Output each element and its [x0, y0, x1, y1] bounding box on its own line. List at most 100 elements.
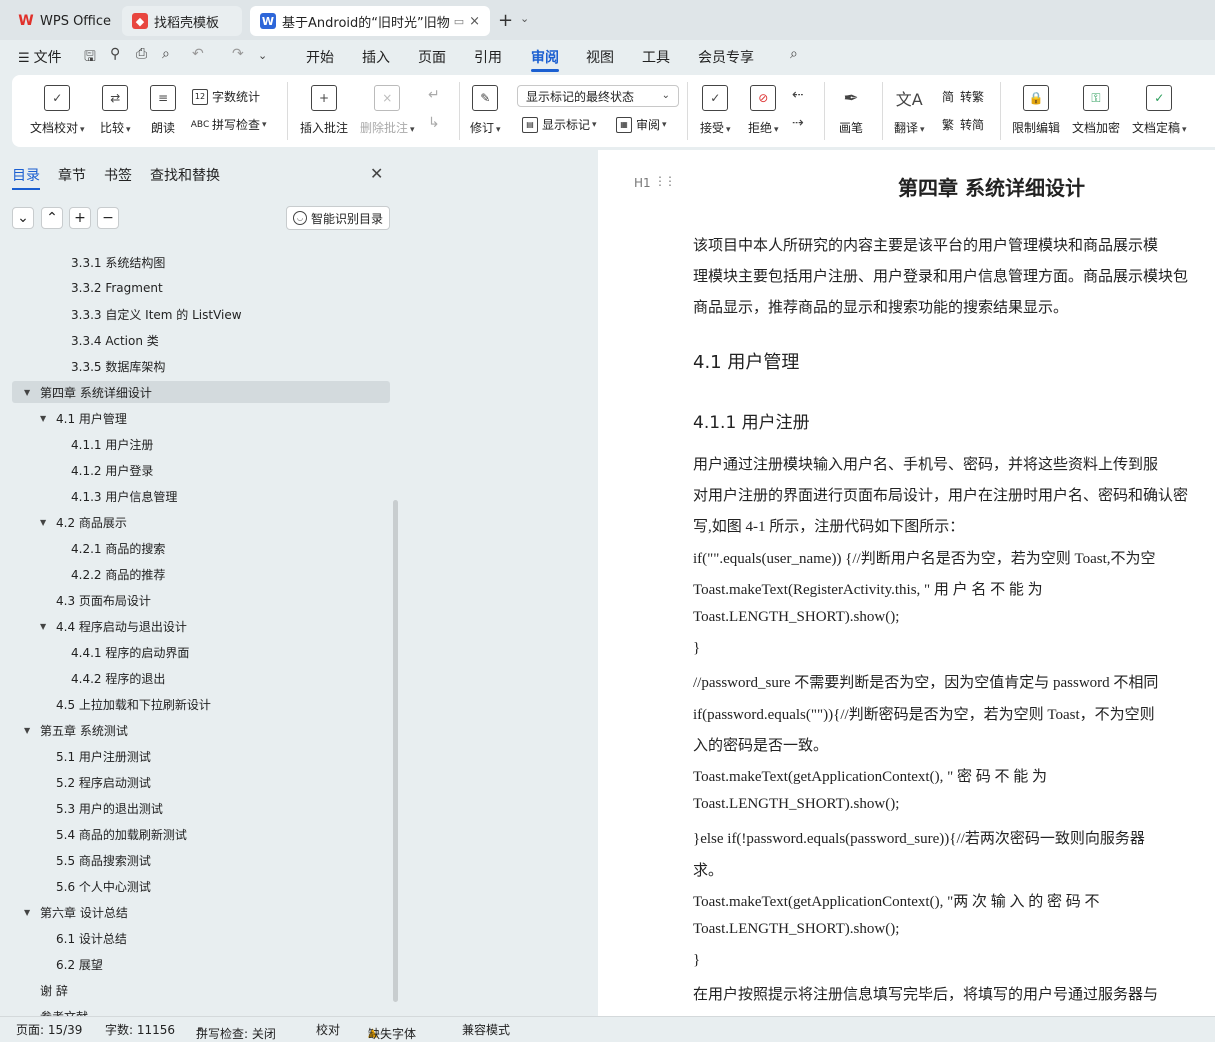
- previous-comment-icon[interactable]: ↵: [428, 87, 440, 103]
- save-icon[interactable]: 🖫: [84, 46, 96, 70]
- spell-check-button[interactable]: ABC 拼写检查 ▾: [191, 116, 267, 133]
- next-comment-icon[interactable]: ↳: [428, 115, 440, 131]
- quick-access-more-icon[interactable]: ⌄: [258, 49, 267, 62]
- heading-level-marker[interactable]: H1: [634, 176, 651, 190]
- toc-item[interactable]: 4.2.2 商品的推荐: [0, 563, 390, 585]
- compare-button[interactable]: ⇄ 比较 ▾: [100, 85, 131, 136]
- expand-arrow-icon[interactable]: ▼: [24, 908, 40, 917]
- read-aloud-button[interactable]: ≡ 朗读: [150, 85, 176, 136]
- file-menu[interactable]: ☰ 文件: [18, 47, 62, 67]
- page-indicator[interactable]: 页面: 15/39: [16, 1021, 82, 1038]
- search-icon[interactable]: ⌕: [790, 46, 798, 62]
- expand-arrow-icon[interactable]: ▼: [24, 388, 40, 397]
- doc-proof-button[interactable]: ✓ 文档校对 ▾: [30, 85, 85, 136]
- toc-item[interactable]: ▼ 第六章 设计总结: [0, 901, 390, 923]
- previous-change-icon[interactable]: ⇠: [792, 87, 804, 103]
- tab-template[interactable]: ◆ 找稻壳模板: [122, 6, 242, 36]
- restrict-edit-button[interactable]: 🔒 限制编辑: [1012, 85, 1060, 136]
- reject-button[interactable]: ⊘ 拒绝 ▾: [748, 85, 779, 136]
- toc-item[interactable]: 4.2.1 商品的搜索: [0, 537, 390, 559]
- toc-item[interactable]: 4.1.3 用户信息管理: [0, 485, 390, 507]
- monitor-icon[interactable]: ▭: [454, 15, 464, 28]
- menu-tools[interactable]: 工具: [642, 47, 670, 67]
- close-tab-icon[interactable]: ×: [469, 14, 480, 29]
- toc-item[interactable]: 3.3.2 Fragment: [0, 277, 390, 299]
- toc-item[interactable]: ▼ 4.1 用户管理: [0, 407, 390, 429]
- to-traditional-button[interactable]: 简 转繁: [940, 88, 984, 105]
- toc-item[interactable]: 4.5 上拉加载和下拉刷新设计: [0, 693, 390, 715]
- toc-item[interactable]: 5.2 程序启动测试: [0, 771, 390, 793]
- menu-start[interactable]: 开始: [306, 47, 334, 67]
- doc-finalize-button[interactable]: ✓ 文档定稿 ▾: [1132, 85, 1187, 136]
- toc-item[interactable]: 谢 辞: [0, 979, 390, 1001]
- toc-item[interactable]: ▼ 4.2 商品展示: [0, 511, 390, 533]
- toc-scrollbar[interactable]: [393, 500, 398, 1002]
- menu-insert[interactable]: 插入: [362, 47, 390, 67]
- toc-item[interactable]: 4.4.1 程序的启动界面: [0, 641, 390, 663]
- markup-state-select[interactable]: 显示标记的最终状态 ⌄: [517, 85, 679, 107]
- share-icon[interactable]: ⚲: [110, 46, 120, 62]
- menu-reference[interactable]: 引用: [474, 47, 502, 67]
- word-count-status[interactable]: 字数: 11156: [105, 1021, 175, 1038]
- toc-item[interactable]: 3.3.4 Action 类: [0, 329, 390, 351]
- toc-item[interactable]: 5.6 个人中心测试: [0, 875, 390, 897]
- nav-tab-find-replace[interactable]: 查找和替换: [150, 165, 220, 189]
- expand-arrow-icon[interactable]: ▼: [40, 622, 56, 631]
- collapse-down-button[interactable]: ⌄: [12, 207, 34, 229]
- new-tab-button[interactable]: +: [498, 10, 513, 31]
- tab-document[interactable]: W 基于Android的“旧时光”旧物 ▭ ×: [250, 6, 490, 36]
- toc-item[interactable]: 4.3 页面布局设计: [0, 589, 390, 611]
- insert-comment-button[interactable]: + 插入批注: [300, 85, 348, 136]
- show-markup-button[interactable]: ▤ 显示标记 ▾: [522, 116, 597, 133]
- toc-item[interactable]: 5.3 用户的退出测试: [0, 797, 390, 819]
- menu-view[interactable]: 视图: [586, 47, 614, 67]
- delete-comment-button[interactable]: × 删除批注 ▾: [360, 85, 415, 136]
- revise-button[interactable]: ✎ 修订 ▾: [470, 85, 501, 136]
- toc-item[interactable]: 5.1 用户注册测试: [0, 745, 390, 767]
- accept-button[interactable]: ✓ 接受 ▾: [700, 85, 731, 136]
- menu-page[interactable]: 页面: [418, 47, 446, 67]
- expand-arrow-icon[interactable]: ▼: [24, 726, 40, 735]
- toc-item[interactable]: 6.1 设计总结: [0, 927, 390, 949]
- toc-item[interactable]: ▼ 第四章 系统详细设计: [12, 381, 390, 403]
- expand-arrow-icon[interactable]: ▼: [40, 518, 56, 527]
- close-pane-icon[interactable]: ✕: [370, 164, 383, 183]
- pen-button[interactable]: ✒ 画笔: [838, 85, 864, 136]
- toc-item[interactable]: 4.1.1 用户注册: [0, 433, 390, 455]
- toc-item[interactable]: 4.1.2 用户登录: [0, 459, 390, 481]
- toc-item[interactable]: 3.3.1 系统结构图: [0, 251, 390, 273]
- print-icon[interactable]: ⎙: [136, 46, 147, 62]
- nav-tab-chapters[interactable]: 章节: [58, 165, 86, 189]
- proof-status[interactable]: 校对: [316, 1021, 340, 1038]
- remove-heading-button[interactable]: −: [97, 207, 119, 229]
- toc-item[interactable]: 3.3.3 自定义 Item 的 ListView: [0, 303, 390, 325]
- doc-encrypt-button[interactable]: ⚿ 文档加密: [1072, 85, 1120, 136]
- tab-list-chevron-icon[interactable]: ⌄: [520, 12, 529, 25]
- toc-item[interactable]: 4.4.2 程序的退出: [0, 667, 390, 689]
- drag-handle-icon[interactable]: ⋮⋮: [654, 174, 676, 188]
- toc-item[interactable]: ▼ 4.4 程序启动与退出设计: [0, 615, 390, 637]
- print-preview-icon[interactable]: ⌕: [162, 46, 170, 62]
- toc-item[interactable]: 6.2 展望: [0, 953, 390, 975]
- add-heading-button[interactable]: +: [69, 207, 91, 229]
- to-simplified-button[interactable]: 繁 转简: [940, 116, 984, 133]
- tab-wps-office[interactable]: W WPS Office: [8, 6, 116, 36]
- redo-icon[interactable]: ↷: [232, 46, 244, 62]
- undo-icon[interactable]: ↶: [192, 46, 204, 62]
- nav-tab-bookmarks[interactable]: 书签: [104, 165, 132, 189]
- toc-item[interactable]: 3.3.5 数据库架构: [0, 355, 390, 377]
- toc-item[interactable]: 参考文献: [0, 1005, 390, 1017]
- toc-item[interactable]: 5.4 商品的加载刷新测试: [0, 823, 390, 845]
- menu-member[interactable]: 会员专享: [698, 47, 754, 67]
- word-count-button[interactable]: 12 字数统计: [192, 88, 260, 105]
- expand-arrow-icon[interactable]: ▼: [40, 414, 56, 423]
- nav-tab-toc[interactable]: 目录: [12, 165, 40, 189]
- collapse-up-button[interactable]: ⌃: [41, 207, 63, 229]
- toc-item[interactable]: ▼ 第五章 系统测试: [0, 719, 390, 741]
- review-pane-button[interactable]: ▦ 审阅 ▾: [616, 116, 667, 133]
- document-page[interactable]: H1 ⋮⋮ 第四章 系统详细设计 该项目中本人所研究的内容主要是该平台的用户管理…: [598, 150, 1215, 1016]
- next-change-icon[interactable]: ⇢: [792, 115, 804, 131]
- smart-toc-button[interactable]: ◡ 智能识别目录: [286, 206, 390, 230]
- menu-review[interactable]: 审阅: [531, 47, 559, 67]
- translate-button[interactable]: 文A 翻译 ▾: [894, 85, 925, 136]
